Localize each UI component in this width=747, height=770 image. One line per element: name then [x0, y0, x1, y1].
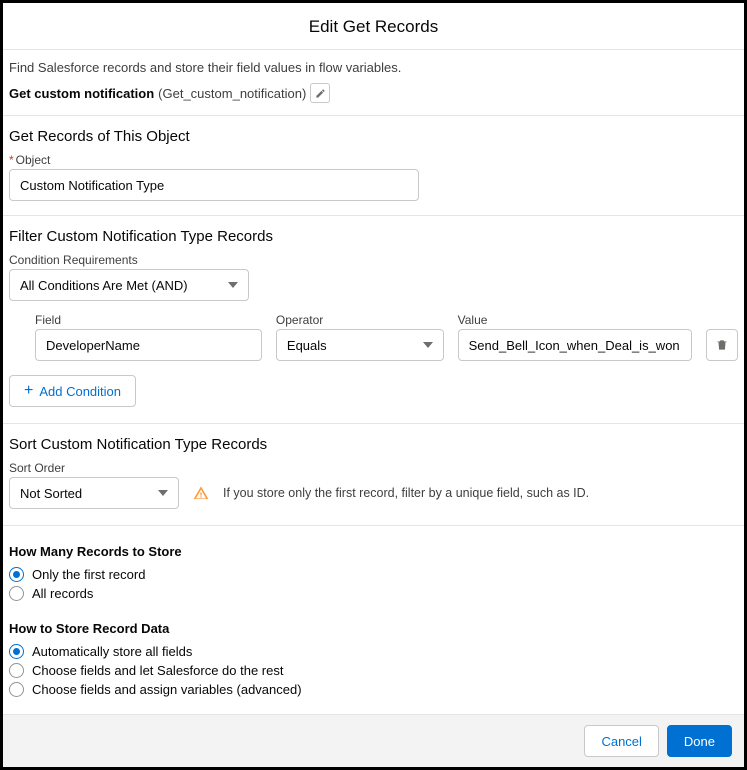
section-sort-title: Sort Custom Notification Type Records [3, 424, 744, 461]
condition-requirements-select[interactable]: All Conditions Are Met (AND) [9, 269, 249, 301]
add-condition-button[interactable]: + Add Condition [9, 375, 136, 407]
condition-value-label: Value [458, 313, 693, 327]
condition-operator-label: Operator [276, 313, 444, 327]
object-field-label: *Object [9, 153, 738, 167]
radio-auto-store-label: Automatically store all fields [32, 644, 192, 659]
radio-first-record-label: Only the first record [32, 567, 145, 582]
radio-all-records[interactable] [9, 586, 24, 601]
radio-auto-store[interactable] [9, 644, 24, 659]
chevron-down-icon [423, 342, 433, 348]
condition-value-input[interactable]: Send_Bell_Icon_when_Deal_is_won [458, 329, 693, 361]
condition-row: Field DeveloperName Operator Equals Valu… [3, 305, 744, 369]
warning-icon [193, 485, 209, 501]
radio-choose-assign[interactable] [9, 682, 24, 697]
how-many-title: How Many Records to Store [3, 526, 744, 565]
element-label-row: Get custom notification (Get_custom_noti… [3, 83, 744, 115]
section-object-title: Get Records of This Object [3, 116, 744, 153]
done-button[interactable]: Done [667, 725, 732, 757]
condition-requirements-label: Condition Requirements [9, 253, 738, 267]
pencil-icon [315, 88, 326, 99]
footer-bar: Cancel Done [3, 714, 744, 767]
radio-all-records-label: All records [32, 586, 93, 601]
cancel-button[interactable]: Cancel [584, 725, 658, 757]
radio-choose-fields[interactable] [9, 663, 24, 678]
edit-label-button[interactable] [310, 83, 330, 103]
how-store-title: How to Store Record Data [3, 603, 744, 642]
radio-choose-fields-label: Choose fields and let Salesforce do the … [32, 663, 283, 678]
condition-field-input[interactable]: DeveloperName [35, 329, 262, 361]
element-label: Get custom notification [9, 86, 154, 101]
chevron-down-icon [158, 490, 168, 496]
page-title: Edit Get Records [3, 3, 744, 49]
radio-choose-assign-label: Choose fields and assign variables (adva… [32, 682, 302, 697]
section-filter-title: Filter Custom Notification Type Records [3, 216, 744, 253]
element-api-name: (Get_custom_notification) [158, 86, 306, 101]
condition-field-label: Field [35, 313, 262, 327]
chevron-down-icon [228, 282, 238, 288]
object-input[interactable]: Custom Notification Type [9, 169, 419, 201]
sort-help-text: If you store only the first record, filt… [223, 486, 589, 500]
description-text: Find Salesforce records and store their … [3, 50, 744, 83]
radio-first-record[interactable] [9, 567, 24, 582]
condition-operator-select[interactable]: Equals [276, 329, 444, 361]
sort-order-label: Sort Order [9, 461, 738, 475]
delete-condition-button[interactable] [706, 329, 738, 361]
trash-icon [715, 338, 729, 352]
plus-icon: + [24, 383, 33, 399]
sort-order-select[interactable]: Not Sorted [9, 477, 179, 509]
